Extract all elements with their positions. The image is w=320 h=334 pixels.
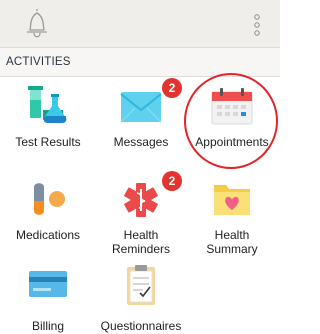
bell-icon[interactable] xyxy=(22,6,52,42)
vertical-ellipsis-icon[interactable] xyxy=(252,14,262,36)
tile-label: Questionnaires xyxy=(100,319,182,333)
credit-card-icon xyxy=(29,271,67,297)
tile-label: Health Summary xyxy=(206,228,258,256)
section-header: ACTIVITIES xyxy=(0,47,280,77)
tile-label: Health Reminders xyxy=(111,228,171,256)
tile-messages[interactable]: 2 Messages xyxy=(95,78,187,166)
tile-health-summary[interactable]: Health Summary xyxy=(186,179,278,259)
tile-billing[interactable]: Billing xyxy=(2,263,94,334)
medical-star-icon xyxy=(124,183,158,217)
clipboard-icon xyxy=(127,265,155,305)
tile-questionnaires[interactable]: Questionnaires xyxy=(95,263,187,334)
tile-health-reminders[interactable]: 2 Health Reminders xyxy=(95,171,187,259)
pill-icon xyxy=(34,183,65,215)
lab-flasks-icon xyxy=(28,86,67,123)
tile-test-results[interactable]: Test Results xyxy=(2,86,94,166)
messages-badge: 2 xyxy=(162,78,182,98)
heart-folder-icon xyxy=(214,185,250,215)
top-bar xyxy=(0,0,280,47)
section-title: ACTIVITIES xyxy=(6,56,71,68)
tile-appointments[interactable]: Appointments xyxy=(186,86,278,166)
envelope-icon xyxy=(120,92,162,123)
tile-label: Billing xyxy=(31,319,64,333)
health-reminders-badge: 2 xyxy=(162,171,182,191)
activities-screen: ACTIVITIES Test Results 2 Messages Appoi… xyxy=(0,0,280,334)
tile-label: Medications xyxy=(15,228,81,242)
tile-label: Appointments xyxy=(195,135,269,149)
tile-medications[interactable]: Medications xyxy=(2,179,94,259)
calendar-icon xyxy=(211,88,253,125)
tile-label: Test Results xyxy=(15,135,81,149)
tile-label: Messages xyxy=(113,135,169,149)
